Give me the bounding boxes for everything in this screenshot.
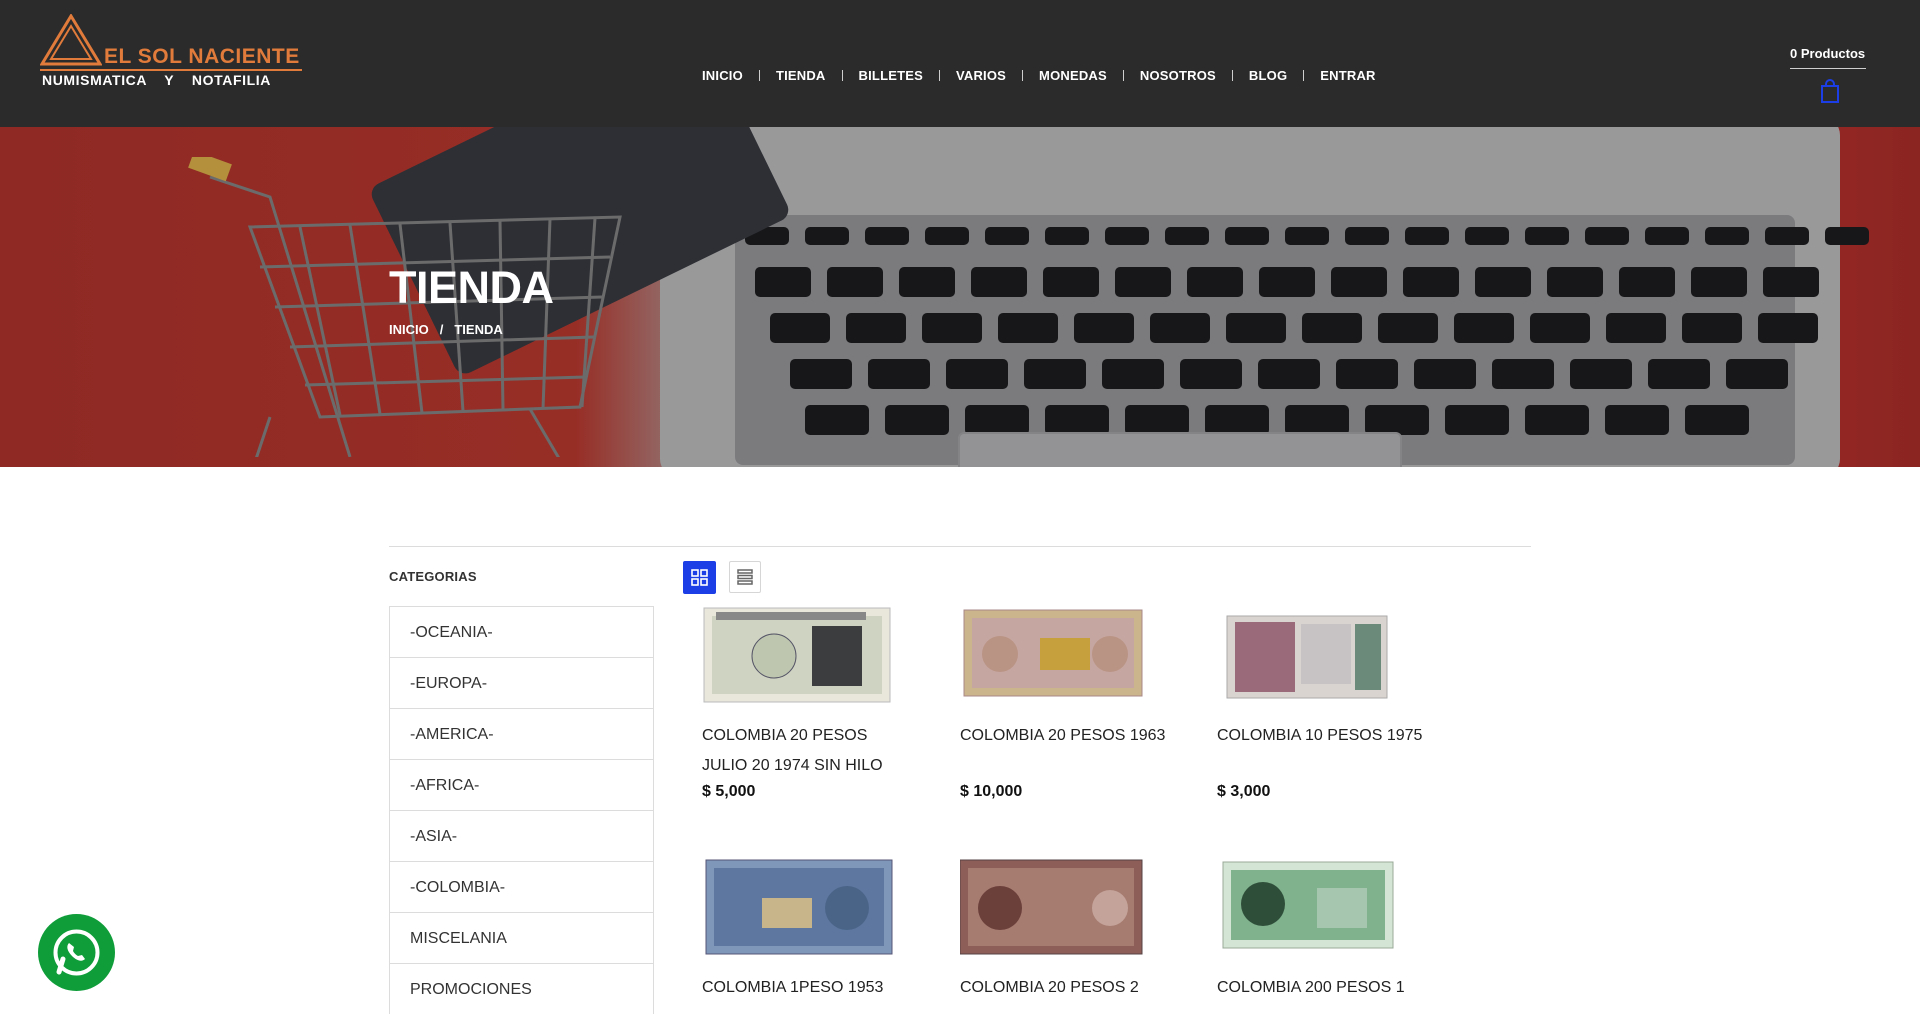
hero-overlay: [0, 127, 1920, 467]
nav-separator: [938, 70, 940, 81]
grid-view-button[interactable]: [683, 561, 716, 594]
cart-underline: [1790, 68, 1866, 69]
product-title[interactable]: COLOMBIA 10 PESOS 1975: [1217, 721, 1427, 751]
main-nav: INICIO TIENDA BILLETES VARIOS MONEDAS NO…: [702, 68, 1376, 83]
banknote-image[interactable]: [702, 606, 902, 706]
nav-separator: [758, 70, 760, 81]
site-logo[interactable]: EL SOL NACIENTE NUMISMATICA Y NOTAFILIA: [40, 14, 304, 88]
nav-monedas[interactable]: MONEDAS: [1039, 68, 1107, 83]
hero-banner: [0, 127, 1920, 467]
product-title[interactable]: COLOMBIA 20 PESOS 1963: [960, 721, 1170, 751]
product-title[interactable]: COLOMBIA 200 PESOS 1: [1217, 973, 1427, 1003]
banknote-image[interactable]: [1217, 858, 1417, 958]
breadcrumb-inicio[interactable]: INICIO: [389, 322, 429, 337]
category-europa[interactable]: -EUROPA-: [390, 657, 653, 708]
shopping-bag-icon[interactable]: [1820, 79, 1840, 103]
nav-nosotros[interactable]: NOSOTROS: [1140, 68, 1216, 83]
nav-separator: [1122, 70, 1124, 81]
category-colombia[interactable]: -COLOMBIA-: [390, 861, 653, 912]
content-divider: [389, 546, 1531, 547]
breadcrumb-current: TIENDA: [454, 322, 503, 337]
breadcrumb: INICIO / TIENDA: [389, 322, 503, 337]
cart-count[interactable]: 0 Productos: [1790, 46, 1868, 61]
banknote-image[interactable]: [960, 606, 1160, 706]
brand-divider: [40, 69, 302, 71]
grid-view-icon: [691, 569, 708, 586]
banknote-image[interactable]: [1217, 606, 1417, 706]
banknote-image[interactable]: [702, 858, 902, 958]
nav-blog[interactable]: BLOG: [1249, 68, 1287, 83]
nav-separator: [1022, 70, 1024, 81]
breadcrumb-separator: /: [439, 322, 444, 337]
brand-name: EL SOL NACIENTE: [104, 45, 300, 68]
product-price: $ 3,000: [1217, 783, 1271, 800]
category-promociones[interactable]: PROMOCIONES: [390, 963, 653, 1014]
whatsapp-icon: [53, 929, 100, 976]
nav-entrar[interactable]: ENTRAR: [1320, 68, 1375, 83]
banknote-image[interactable]: [960, 858, 1160, 958]
categories-heading: CATEGORIAS: [389, 569, 477, 584]
category-asia[interactable]: -ASIA-: [390, 810, 653, 861]
nav-billetes[interactable]: BILLETES: [859, 68, 923, 83]
product-price: $ 10,000: [960, 783, 1023, 800]
category-oceania[interactable]: -OCEANIA-: [390, 606, 653, 657]
brand-tagline: NUMISMATICA Y NOTAFILIA: [42, 72, 271, 88]
nav-tienda[interactable]: TIENDA: [776, 68, 826, 83]
nav-inicio[interactable]: INICIO: [702, 68, 743, 83]
nav-varios[interactable]: VARIOS: [956, 68, 1006, 83]
site-header: EL SOL NACIENTE NUMISMATICA Y NOTAFILIA …: [0, 0, 1920, 127]
list-view-icon: [737, 569, 753, 585]
whatsapp-button[interactable]: [38, 914, 115, 991]
nav-separator: [841, 70, 843, 81]
product-title[interactable]: COLOMBIA 1PESO 1953: [702, 973, 912, 1003]
product-title[interactable]: COLOMBIA 20 PESOS 2: [960, 973, 1170, 1003]
triangle-logo-icon: [40, 14, 102, 66]
cart-widget[interactable]: 0 Productos: [1790, 46, 1868, 103]
product-title[interactable]: COLOMBIA 20 PESOS JULIO 20 1974 SIN HILO: [702, 721, 912, 781]
list-view-button[interactable]: [729, 561, 761, 593]
page-title: TIENDA: [389, 262, 554, 313]
nav-separator: [1231, 70, 1233, 81]
categories-list: -OCEANIA- -EUROPA- -AMERICA- -AFRICA- -A…: [389, 606, 654, 1014]
product-price: $ 5,000: [702, 783, 756, 800]
category-miscelania[interactable]: MISCELANIA: [390, 912, 653, 963]
nav-separator: [1303, 70, 1305, 81]
category-africa[interactable]: -AFRICA-: [390, 759, 653, 810]
category-america[interactable]: -AMERICA-: [390, 708, 653, 759]
